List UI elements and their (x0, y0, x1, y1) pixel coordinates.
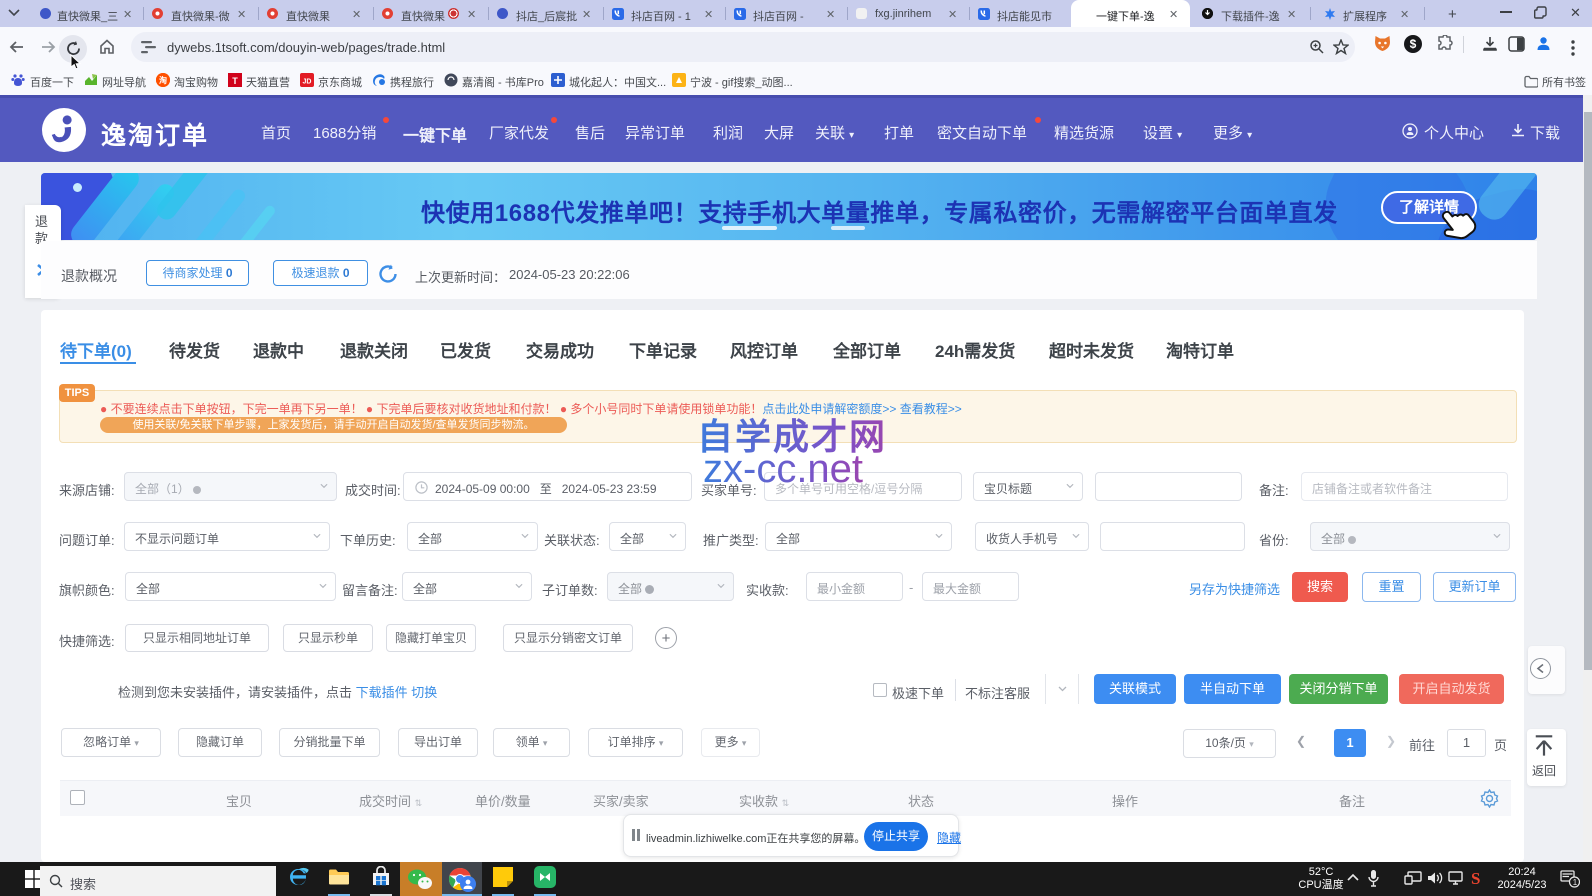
svg-text:JD: JD (303, 79, 312, 86)
svg-text:淘: 淘 (159, 75, 167, 85)
svg-text:S: S (1471, 869, 1480, 888)
svg-text:T: T (232, 76, 238, 86)
svg-text:1: 1 (1573, 878, 1578, 887)
